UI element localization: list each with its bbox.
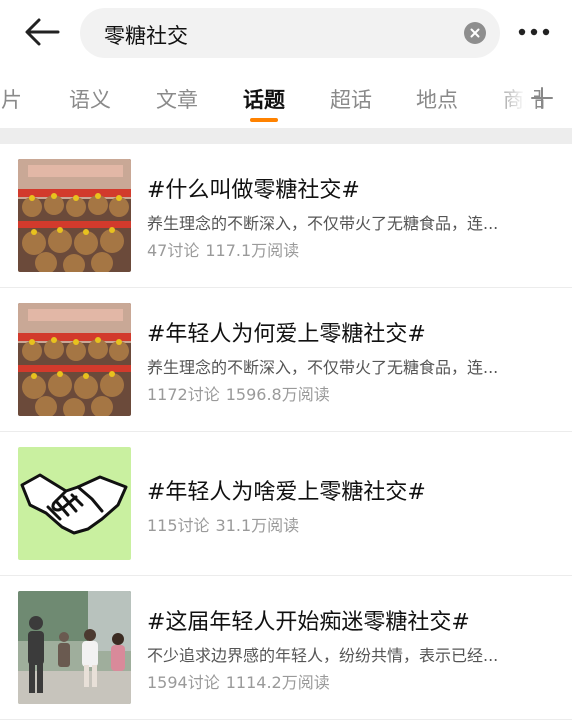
more-options-button[interactable] [516,22,556,42]
topic-description: 养生理念的不断深入，不仅带火了无糖食品，连... [147,214,499,233]
read-count: 1114.2万阅读 [225,673,330,692]
tab-super-topics[interactable]: 超话 [330,84,372,114]
discussion-count: 1172讨论 [147,385,220,404]
plush-toys-image [18,159,131,272]
topic-stats: 115讨论 31.1万阅读 [147,512,299,536]
tab-semantic[interactable]: 语义 [69,84,111,114]
category-tabs: 图片 语义 文章 话题 超话 地点 商品 [0,66,572,128]
clear-search-button[interactable] [464,22,486,44]
search-query-text: 零糖社交 [104,24,188,48]
topic-title: #年轻人为何爱上零糖社交# [147,322,426,347]
topic-stats: 47讨论 117.1万阅读 [147,237,299,261]
read-count: 31.1万阅读 [215,516,300,535]
list-item[interactable]: #年轻人为何爱上零糖社交# 养生理念的不断深入，不仅带火了无糖食品，连... 1… [0,288,572,432]
tab-topics[interactable]: 话题 [243,84,285,114]
tab-articles[interactable]: 文章 [156,84,198,114]
plush-toys-image [18,303,131,416]
read-count: 1596.8万阅读 [225,385,330,404]
read-count: 117.1万阅读 [205,241,300,260]
topic-title: #年轻人为啥爱上零糖社交# [147,480,426,505]
topic-thumbnail [18,591,131,704]
add-tab-button[interactable] [528,84,556,112]
topic-stats: 1172讨论 1596.8万阅读 [147,381,330,405]
discussion-count: 47讨论 [147,241,200,260]
tab-images[interactable]: 图片 [0,84,22,114]
list-item[interactable]: #什么叫做零糖社交# 养生理念的不断深入，不仅带火了无糖食品，连... 47讨论… [0,144,572,288]
topic-description: 不少追求边界感的年轻人，纷纷共情，表示已经... [147,646,499,665]
section-divider [0,128,572,144]
topic-results-list: #什么叫做零糖社交# 养生理念的不断深入，不仅带火了无糖食品，连... 47讨论… [0,144,572,720]
topic-title: #什么叫做零糖社交# [147,178,360,203]
topic-thumbnail [18,447,131,560]
back-arrow-icon [25,18,60,46]
list-item[interactable]: #年轻人为啥爱上零糖社交# 115讨论 31.1万阅读 [0,432,572,576]
list-item[interactable]: #这届年轻人开始痴迷零糖社交# 不少追求边界感的年轻人，纷纷共情，表示已经...… [0,576,572,720]
topic-description: 养生理念的不断深入，不仅带火了无糖食品，连... [147,358,499,377]
discussion-count: 115讨论 [147,516,210,535]
topic-stats: 1594讨论 1114.2万阅读 [147,669,330,693]
back-button[interactable] [22,14,62,50]
topic-thumbnail [18,159,131,272]
handshake-icon [18,447,131,560]
search-input[interactable]: 零糖社交 [80,8,500,58]
top-bar: 零糖社交 [0,0,572,66]
close-icon [470,28,480,38]
more-dots-icon [518,28,550,36]
tab-locations[interactable]: 地点 [416,84,458,114]
plus-icon [531,87,553,109]
topic-thumbnail [18,303,131,416]
topic-title: #这届年轻人开始痴迷零糖社交# [147,610,470,635]
people-street-photo [18,591,131,704]
discussion-count: 1594讨论 [147,673,220,692]
active-tab-indicator [250,118,278,122]
